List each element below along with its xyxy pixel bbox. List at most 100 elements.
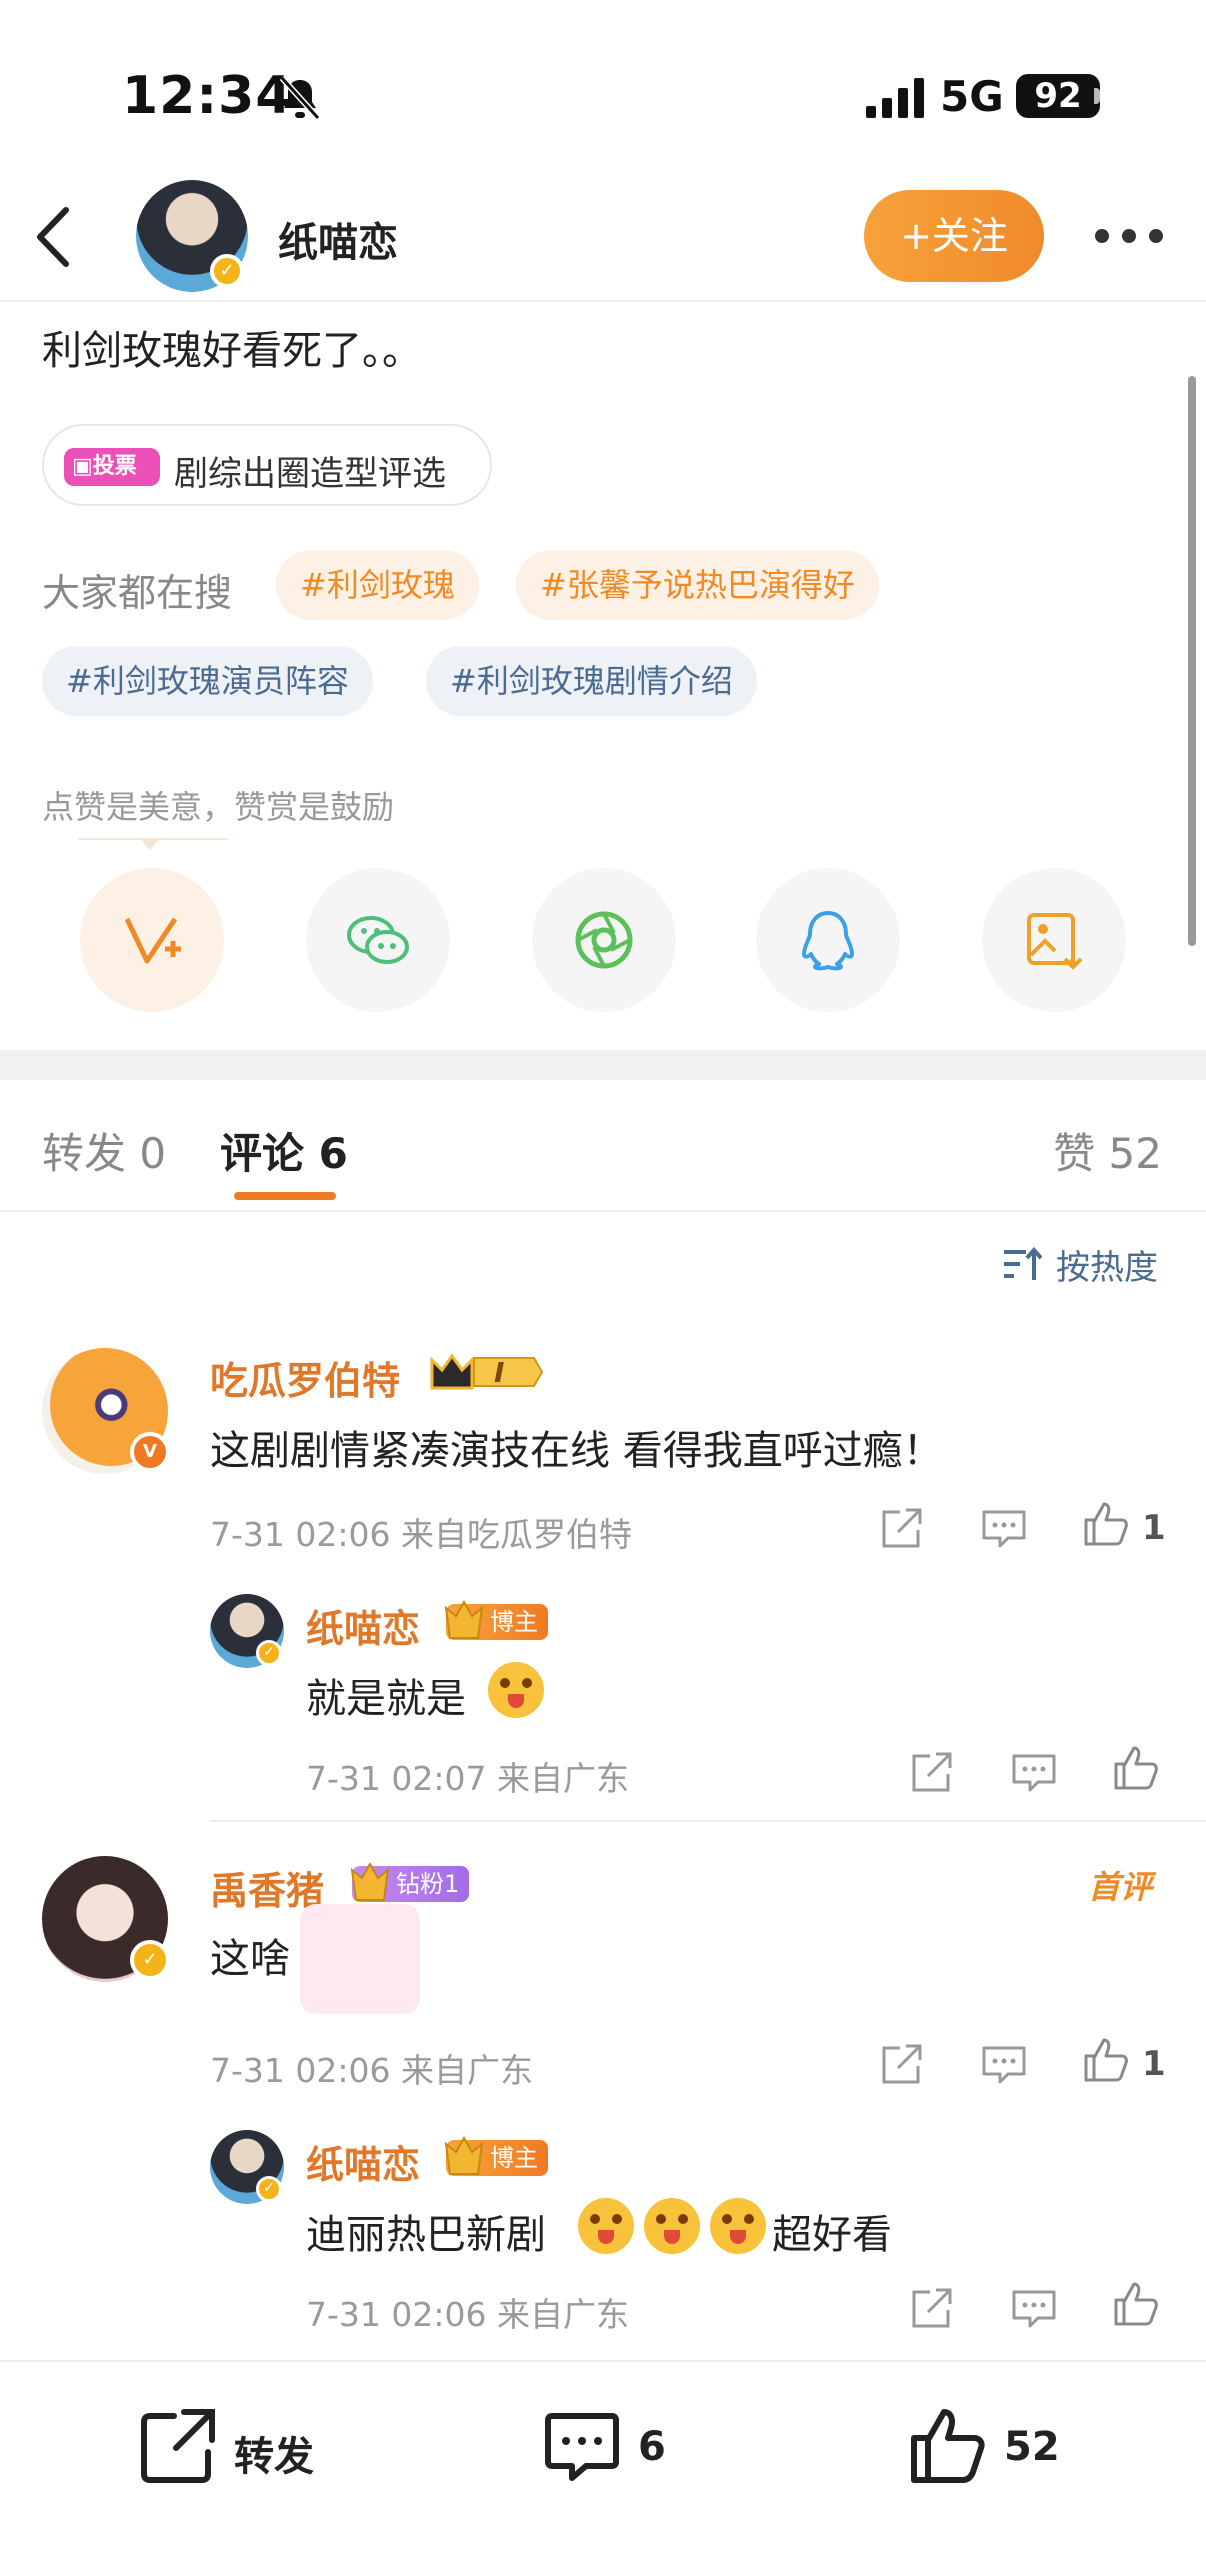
signal-icon <box>866 78 924 118</box>
status-bar: 12:34 5G 92 <box>0 0 1206 180</box>
verified-badge-icon: V <box>130 1432 170 1472</box>
like-icon[interactable] <box>1112 2280 1160 2328</box>
sort-label: 按热度 <box>1056 1248 1158 1288</box>
trending-search-label: 大家都在搜 <box>42 571 233 615</box>
scrollbar[interactable] <box>1188 376 1196 946</box>
battery-level: 92 <box>1016 74 1100 118</box>
back-arrow-icon[interactable] <box>30 202 80 272</box>
appreciate-text: 点赞是美意，赞赏是鼓励 <box>42 788 395 826</box>
share-qq-button[interactable] <box>756 868 900 1012</box>
reply-text: 迪丽热巴新剧 <box>306 2212 546 2258</box>
comment-text: 这剧剧情紧凑演技在线 看得我直呼过瘾！ <box>210 1428 943 1474</box>
search-tag[interactable]: #张馨予说热巴演得好 <box>516 550 879 620</box>
section-divider <box>0 1050 1206 1080</box>
host-badge-label: 博主 <box>490 1608 538 1636</box>
like-icon[interactable] <box>1112 1744 1160 1792</box>
share-moments-button[interactable] <box>532 868 676 1012</box>
tooltip-caret <box>140 838 160 850</box>
emoji-icon <box>644 2198 700 2254</box>
more-icon[interactable] <box>1094 228 1164 244</box>
level-crown-icon <box>430 1353 544 1390</box>
share-icon[interactable] <box>908 2284 956 2332</box>
reply-name[interactable]: 纸喵恋 <box>306 2134 420 2189</box>
like-icon[interactable] <box>1082 1500 1130 1548</box>
vote-chip[interactable]: ▣投票 剧综出圈造型评选 <box>42 424 492 506</box>
commenter-name[interactable]: 吃瓜罗伯特 <box>210 1350 400 1405</box>
moments-icon <box>575 911 633 969</box>
battery-tip <box>1094 88 1100 104</box>
verified-badge-icon: ✓ <box>256 1640 282 1666</box>
follow-button[interactable]: +关注 <box>864 190 1044 282</box>
verified-badge-icon: ✓ <box>210 254 244 288</box>
comment-icon[interactable] <box>1010 1748 1058 1796</box>
active-tab-indicator <box>234 1192 336 1200</box>
like-count: 1 <box>1142 2044 1166 2084</box>
emoji-icon <box>578 2198 634 2254</box>
share-icon[interactable] <box>878 2040 926 2088</box>
reply-text: 就是就是 <box>306 1676 466 1722</box>
comment-icon[interactable] <box>980 1504 1028 1552</box>
crest-icon <box>444 1599 484 1639</box>
comment-icon[interactable] <box>1010 2284 1058 2332</box>
share-wechat-button[interactable] <box>306 868 450 1012</box>
search-tag[interactable]: #利剑玫瑰 <box>276 550 479 620</box>
post-tabs: 转发 0 评论 6 赞 52 <box>0 1080 1206 1210</box>
like-count: 52 <box>1004 2424 1060 2470</box>
post-text: 利剑玫瑰好看死了。。 <box>42 328 422 374</box>
tab-comment[interactable]: 评论 6 <box>220 1120 348 1181</box>
comment-meta: 7-31 02:06 来自吃瓜罗伯特 <box>210 1515 632 1554</box>
author-name[interactable]: 纸喵恋 <box>278 210 398 268</box>
header-divider <box>0 300 1206 302</box>
level-badge-text: I <box>494 1356 505 1389</box>
share-icon <box>141 2409 215 2483</box>
like-icon <box>911 2409 985 2483</box>
reply-text-tail: 超好看 <box>772 2212 892 2258</box>
reply-meta: 7-31 02:07 来自广东 <box>306 1759 629 1798</box>
tab-like[interactable]: 赞 52 <box>1053 1120 1162 1181</box>
fan-badge: 钻粉1 <box>350 1861 470 1902</box>
status-time: 12:34 <box>122 66 293 126</box>
vote-icon: ▣投票 <box>64 448 160 486</box>
bottom-action-bar: 转发 6 52 <box>0 2360 1206 2561</box>
search-tag[interactable]: #利剑玫瑰演员阵容 <box>42 646 373 716</box>
comment-icon <box>545 2413 619 2481</box>
verified-badge-icon: ✓ <box>130 1940 170 1980</box>
comment-divider <box>210 1820 1206 1822</box>
sticker-image <box>300 1904 420 2014</box>
post-header: ✓ 纸喵恋 +关注 <box>0 180 1206 302</box>
fan-badge-label: 钻粉1 <box>396 1870 460 1898</box>
first-comment-tag: 首评 <box>1088 1868 1153 1906</box>
like-icon[interactable] <box>1082 2036 1130 2084</box>
reply-meta: 7-31 02:06 来自广东 <box>306 2295 629 2334</box>
host-badge: 博主 <box>444 1599 548 1640</box>
host-badge-label: 博主 <box>490 2144 538 2172</box>
comment-count: 6 <box>638 2424 666 2470</box>
share-icon[interactable] <box>908 1748 956 1796</box>
bell-slash-icon <box>279 75 321 121</box>
qq-icon <box>802 911 854 971</box>
host-badge: 博主 <box>444 2135 548 2176</box>
crest-icon <box>350 1861 390 1901</box>
share-icon[interactable] <box>878 1504 926 1552</box>
emoji-icon <box>488 1662 544 1718</box>
tabs-divider <box>0 1210 1206 1212</box>
verified-badge-icon: ✓ <box>256 2176 282 2202</box>
appreciate-icon <box>124 917 181 964</box>
reply-name[interactable]: 纸喵恋 <box>306 1598 420 1653</box>
search-tag[interactable]: #利剑玫瑰剧情介绍 <box>426 646 757 716</box>
sort-icon <box>1004 1246 1042 1280</box>
crest-icon <box>444 2135 484 2175</box>
vote-title: 剧综出圈造型评选 <box>174 454 446 494</box>
appreciate-button[interactable] <box>80 868 224 1012</box>
wechat-icon <box>347 916 409 964</box>
emoji-icon <box>710 2198 766 2254</box>
save-image-icon <box>1027 913 1083 970</box>
tab-repost[interactable]: 转发 0 <box>42 1120 166 1181</box>
comment-icon[interactable] <box>980 2040 1028 2088</box>
save-image-button[interactable] <box>982 868 1126 1012</box>
network-type: 5G <box>940 72 1004 121</box>
comment-meta: 7-31 02:06 来自广东 <box>210 2051 533 2090</box>
like-count: 1 <box>1142 1508 1166 1548</box>
comment-text: 这啥 <box>210 1936 290 1982</box>
vote-tag-label: 投票 <box>92 454 137 479</box>
